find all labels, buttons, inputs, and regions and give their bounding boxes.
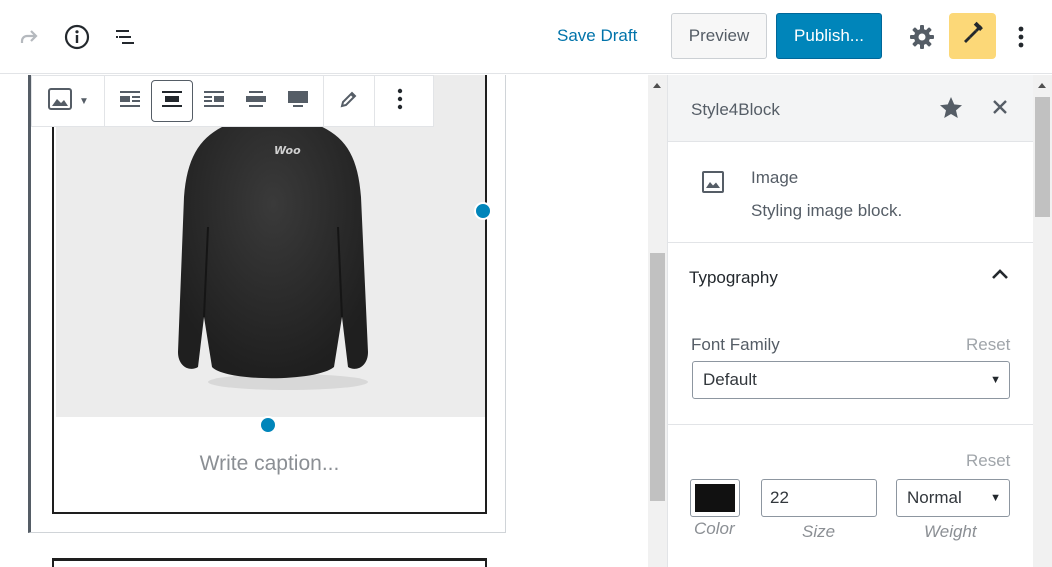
typography-panel-toggle[interactable]: Typography <box>689 268 778 288</box>
style-panel-toggle[interactable] <box>949 13 996 59</box>
next-block[interactable] <box>52 558 487 567</box>
editor-canvas: Woo Write caption... <box>0 75 648 567</box>
block-toolbar: ▼ <box>31 75 434 127</box>
align-left-icon <box>119 90 141 113</box>
more-vertical-icon <box>397 88 403 115</box>
editor-scrollbar-thumb[interactable] <box>650 253 665 501</box>
sidebar-scrollbar-thumb[interactable] <box>1035 97 1050 217</box>
font-family-label: Font Family <box>691 335 780 354</box>
save-draft-button[interactable]: Save Draft <box>557 26 637 46</box>
font-weight-value: Normal <box>907 488 962 507</box>
align-left-button[interactable] <box>109 80 151 122</box>
style4block-sidebar: Style4Block Image Styling image block. T… <box>667 75 1052 567</box>
sidebar-title: Style4Block <box>691 100 780 119</box>
full-width-button[interactable] <box>277 80 319 122</box>
weight-label: Weight <box>924 522 977 541</box>
caption-input[interactable]: Write caption... <box>54 452 485 476</box>
font-size-input[interactable] <box>761 479 877 517</box>
resize-handle-right[interactable] <box>474 202 492 220</box>
caret-down-icon: ▼ <box>79 95 89 107</box>
style-reset-button[interactable]: Reset <box>966 451 1010 471</box>
font-family-reset-button[interactable]: Reset <box>966 335 1010 355</box>
image-icon <box>47 87 73 116</box>
align-right-button[interactable] <box>193 80 235 122</box>
info-icon[interactable] <box>60 20 94 54</box>
size-label: Size <box>802 522 836 541</box>
block-type-switcher[interactable]: ▼ <box>40 80 96 122</box>
caret-down-icon: ▼ <box>990 374 1001 386</box>
sidebar-header: Style4Block <box>668 75 1034 142</box>
more-vertical-icon[interactable] <box>1004 20 1038 54</box>
editor-scrollbar[interactable] <box>648 75 667 567</box>
image-block[interactable]: Woo Write caption... <box>52 75 487 514</box>
block-more-options-button[interactable] <box>379 80 421 122</box>
editor-header: Save Draft Preview Publish... <box>0 0 1052 74</box>
image-icon <box>701 170 725 199</box>
align-center-button[interactable] <box>151 80 193 122</box>
resize-handle-bottom[interactable] <box>259 416 277 434</box>
close-icon[interactable] <box>990 97 1010 122</box>
align-right-icon <box>203 90 225 113</box>
font-family-value: Default <box>703 370 757 389</box>
sidebar-scrollbar[interactable] <box>1033 75 1052 567</box>
typography-panel: Typography Font Family Reset Default ▼ <box>668 243 1034 425</box>
edit-image-button[interactable] <box>328 80 370 122</box>
chevron-up-icon[interactable] <box>990 267 1010 286</box>
redo-icon[interactable] <box>12 20 46 54</box>
caret-down-icon: ▼ <box>990 492 1001 504</box>
color-label: Color <box>694 519 735 538</box>
color-swatch-fill <box>695 484 735 512</box>
block-description: Styling image block. <box>751 201 903 220</box>
gear-icon[interactable] <box>905 20 939 54</box>
publish-button[interactable]: Publish... <box>776 13 882 59</box>
paint-brush-icon <box>960 21 986 52</box>
font-family-select[interactable]: Default ▼ <box>692 361 1010 399</box>
scroll-up-arrow-icon[interactable] <box>1038 83 1046 88</box>
font-weight-select[interactable]: Normal ▼ <box>896 479 1010 517</box>
align-center-icon <box>161 90 183 113</box>
scroll-up-arrow-icon[interactable] <box>653 83 661 88</box>
pencil-icon <box>339 89 359 114</box>
full-width-icon <box>287 90 309 113</box>
star-icon[interactable] <box>938 95 964 126</box>
preview-button[interactable]: Preview <box>671 13 767 59</box>
wide-width-button[interactable] <box>235 80 277 122</box>
block-navigation-icon[interactable] <box>108 20 142 54</box>
color-picker-button[interactable] <box>690 479 740 517</box>
wide-width-icon <box>245 90 267 113</box>
woo-logo-text: Woo <box>274 144 301 157</box>
block-info-card: Image Styling image block. <box>668 142 1034 243</box>
block-name: Image <box>751 168 799 187</box>
